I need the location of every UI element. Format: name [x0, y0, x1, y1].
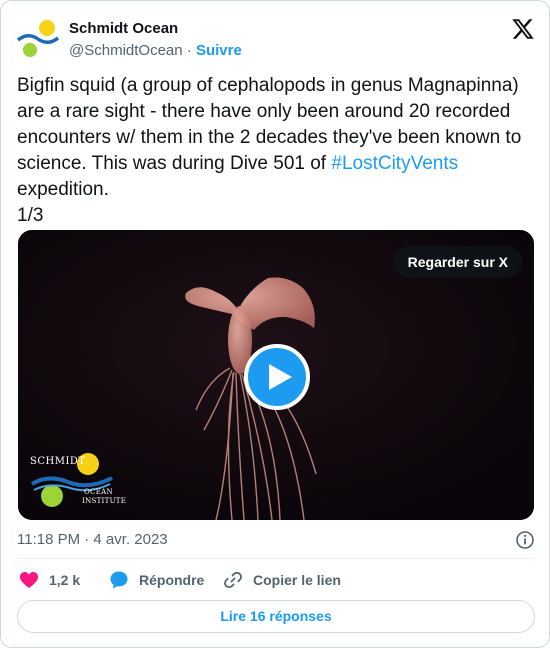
timestamp[interactable]: 11:18 PM · 4 avr. 2023: [17, 531, 168, 548]
tweet-card: Schmidt Ocean @SchmidtOcean · Suivre Big…: [0, 0, 550, 648]
author-handle[interactable]: @SchmidtOcean: [69, 42, 183, 59]
play-icon: [269, 364, 292, 390]
link-icon: [224, 571, 242, 589]
author-subline: @SchmidtOcean · Suivre: [69, 41, 242, 61]
watermark-logo: SCHMIDT OCEAN INSTITUTE: [30, 452, 126, 512]
action-bar: 1,2 k Répondre Copier le lien: [17, 567, 535, 593]
tweet-meta: 11:18 PM · 4 avr. 2023: [17, 529, 535, 551]
hashtag-link[interactable]: #LostCityVents: [331, 153, 458, 174]
author-name[interactable]: Schmidt Ocean: [69, 19, 242, 39]
play-button[interactable]: [244, 344, 310, 410]
info-icon[interactable]: [515, 530, 535, 550]
separator-dot: ·: [182, 42, 196, 59]
x-logo-icon[interactable]: [511, 17, 535, 41]
video-player[interactable]: Regarder sur X SCHMIDT OCEAN INSTITUTE: [18, 230, 534, 520]
follow-button[interactable]: Suivre: [196, 42, 242, 59]
heart-icon: [20, 572, 38, 588]
tweet-header: Schmidt Ocean @SchmidtOcean · Suivre: [17, 15, 535, 63]
tweet-body-end: expedition.: [17, 179, 109, 200]
tweet-text: Bigfin squid (a group of cephalopods in …: [17, 73, 537, 229]
read-replies-button[interactable]: Lire 16 réponses: [17, 600, 535, 633]
like-count: 1,2 k: [49, 572, 81, 588]
watch-on-x-button[interactable]: Regarder sur X: [393, 246, 522, 278]
copy-link-button[interactable]: Copier le lien: [223, 567, 341, 593]
like-button[interactable]: 1,2 k: [19, 567, 80, 593]
reply-button[interactable]: Répondre: [109, 567, 204, 593]
thread-count: 1/3: [17, 205, 44, 226]
divider: [17, 558, 535, 559]
watermark-text-ocean: OCEAN: [84, 488, 113, 496]
copy-link-label: Copier le lien: [253, 572, 341, 588]
speech-bubble-icon: [110, 571, 128, 589]
watermark-text-institute: INSTITUTE: [82, 497, 127, 505]
author-block: Schmidt Ocean @SchmidtOcean · Suivre: [69, 19, 242, 61]
avatar[interactable]: [17, 18, 59, 60]
watermark-text-top: SCHMIDT: [30, 456, 86, 467]
reply-label: Répondre: [139, 572, 205, 588]
